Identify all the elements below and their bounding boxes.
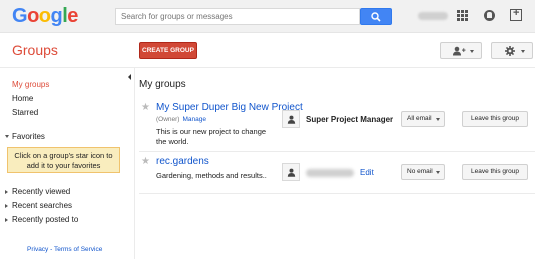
member-avatar bbox=[282, 163, 300, 181]
share-plus-icon[interactable] bbox=[510, 7, 522, 21]
leave-group-button[interactable]: Leave this group bbox=[462, 111, 528, 127]
logo-letter: o bbox=[38, 5, 51, 27]
expand-right-icon bbox=[5, 217, 8, 222]
sidebar-item-label: Recently posted to bbox=[12, 215, 79, 224]
expand-down-icon bbox=[5, 135, 9, 139]
person-icon bbox=[287, 168, 296, 177]
email-setting-dropdown[interactable]: All email bbox=[401, 111, 445, 127]
search-input[interactable] bbox=[115, 8, 360, 25]
sidebar-item-label: Recently viewed bbox=[12, 187, 71, 196]
group-name-link[interactable]: rec.gardens bbox=[156, 156, 209, 167]
manage-link[interactable]: Manage bbox=[182, 116, 206, 123]
logo-letter: e bbox=[67, 5, 78, 27]
favorites-hint-line: Click on a group's star icon to bbox=[14, 151, 113, 160]
email-setting-label: All email bbox=[407, 115, 432, 122]
star-icon[interactable]: ★ bbox=[141, 156, 150, 167]
favorites-hint-line: add it to your favorites bbox=[26, 161, 101, 170]
favorites-label: Favorites bbox=[12, 132, 45, 141]
member-name: Super Project Manager bbox=[306, 115, 394, 124]
chevron-down-icon bbox=[436, 171, 440, 174]
top-bar: Google bbox=[0, 0, 535, 33]
member-avatar bbox=[282, 110, 300, 128]
sidebar-item-label: Recent searches bbox=[12, 201, 73, 210]
gear-icon bbox=[505, 46, 515, 56]
person-icon bbox=[287, 115, 296, 124]
logo-letter: g bbox=[50, 5, 63, 27]
expand-right-icon bbox=[5, 189, 8, 194]
create-group-button[interactable]: CREATE GROUP bbox=[139, 42, 197, 59]
description-line: Gardening, methods and results.. bbox=[156, 171, 267, 180]
description-line: the world. bbox=[156, 137, 189, 146]
group-name-link[interactable]: My Super Duper Big New Project bbox=[156, 102, 303, 113]
group-role: (Owner) Manage bbox=[156, 116, 206, 123]
email-setting-label: No email bbox=[407, 168, 433, 175]
favorites-hint: Click on a group's star icon to add it t… bbox=[7, 147, 120, 173]
account-name-redacted[interactable] bbox=[418, 12, 448, 20]
chevron-down-icon bbox=[521, 50, 525, 53]
expand-right-icon bbox=[5, 203, 8, 208]
description-line: This is our new project to change bbox=[156, 127, 267, 136]
sidebar-item-recent-searches[interactable]: Recent searches bbox=[5, 201, 72, 210]
member-name-redacted bbox=[306, 169, 354, 177]
sidebar-item-starred[interactable]: Starred bbox=[12, 108, 38, 117]
logo-letter: G bbox=[12, 5, 28, 27]
edit-link[interactable]: Edit bbox=[360, 168, 374, 177]
sidebar-item-home[interactable]: Home bbox=[12, 94, 33, 103]
email-setting-dropdown[interactable]: No email bbox=[401, 164, 445, 180]
page-title: Groups bbox=[12, 42, 58, 58]
add-person-button[interactable] bbox=[440, 42, 482, 59]
search-icon bbox=[371, 12, 381, 22]
chevron-down-icon bbox=[436, 118, 440, 121]
add-person-icon bbox=[453, 46, 466, 56]
notifications-icon[interactable] bbox=[484, 10, 495, 21]
main-title: My groups bbox=[139, 79, 186, 90]
group-description: Gardening, methods and results.. bbox=[156, 171, 267, 181]
collapse-sidebar-icon[interactable] bbox=[128, 74, 131, 80]
chevron-down-icon bbox=[470, 50, 474, 53]
sidebar-item-my-groups[interactable]: My groups bbox=[12, 80, 49, 89]
logo-letter: o bbox=[27, 5, 39, 27]
favorites-section-toggle[interactable]: Favorites bbox=[5, 132, 45, 141]
owner-label: (Owner) bbox=[156, 116, 180, 123]
sidebar-item-recently-posted[interactable]: Recently posted to bbox=[5, 215, 78, 224]
privacy-terms-link[interactable]: Privacy - Terms of Service bbox=[27, 246, 102, 253]
leave-group-button[interactable]: Leave this group bbox=[462, 164, 528, 180]
row-divider bbox=[139, 193, 535, 194]
sidebar-item-recently-viewed[interactable]: Recently viewed bbox=[5, 187, 70, 196]
search-button[interactable] bbox=[360, 8, 392, 25]
google-logo[interactable]: Google bbox=[12, 5, 78, 28]
star-icon[interactable]: ★ bbox=[141, 102, 150, 113]
apps-grid-icon[interactable] bbox=[457, 10, 468, 21]
settings-button[interactable] bbox=[491, 42, 533, 59]
group-description: This is our new project to change the wo… bbox=[156, 127, 266, 147]
row-divider bbox=[139, 151, 535, 152]
